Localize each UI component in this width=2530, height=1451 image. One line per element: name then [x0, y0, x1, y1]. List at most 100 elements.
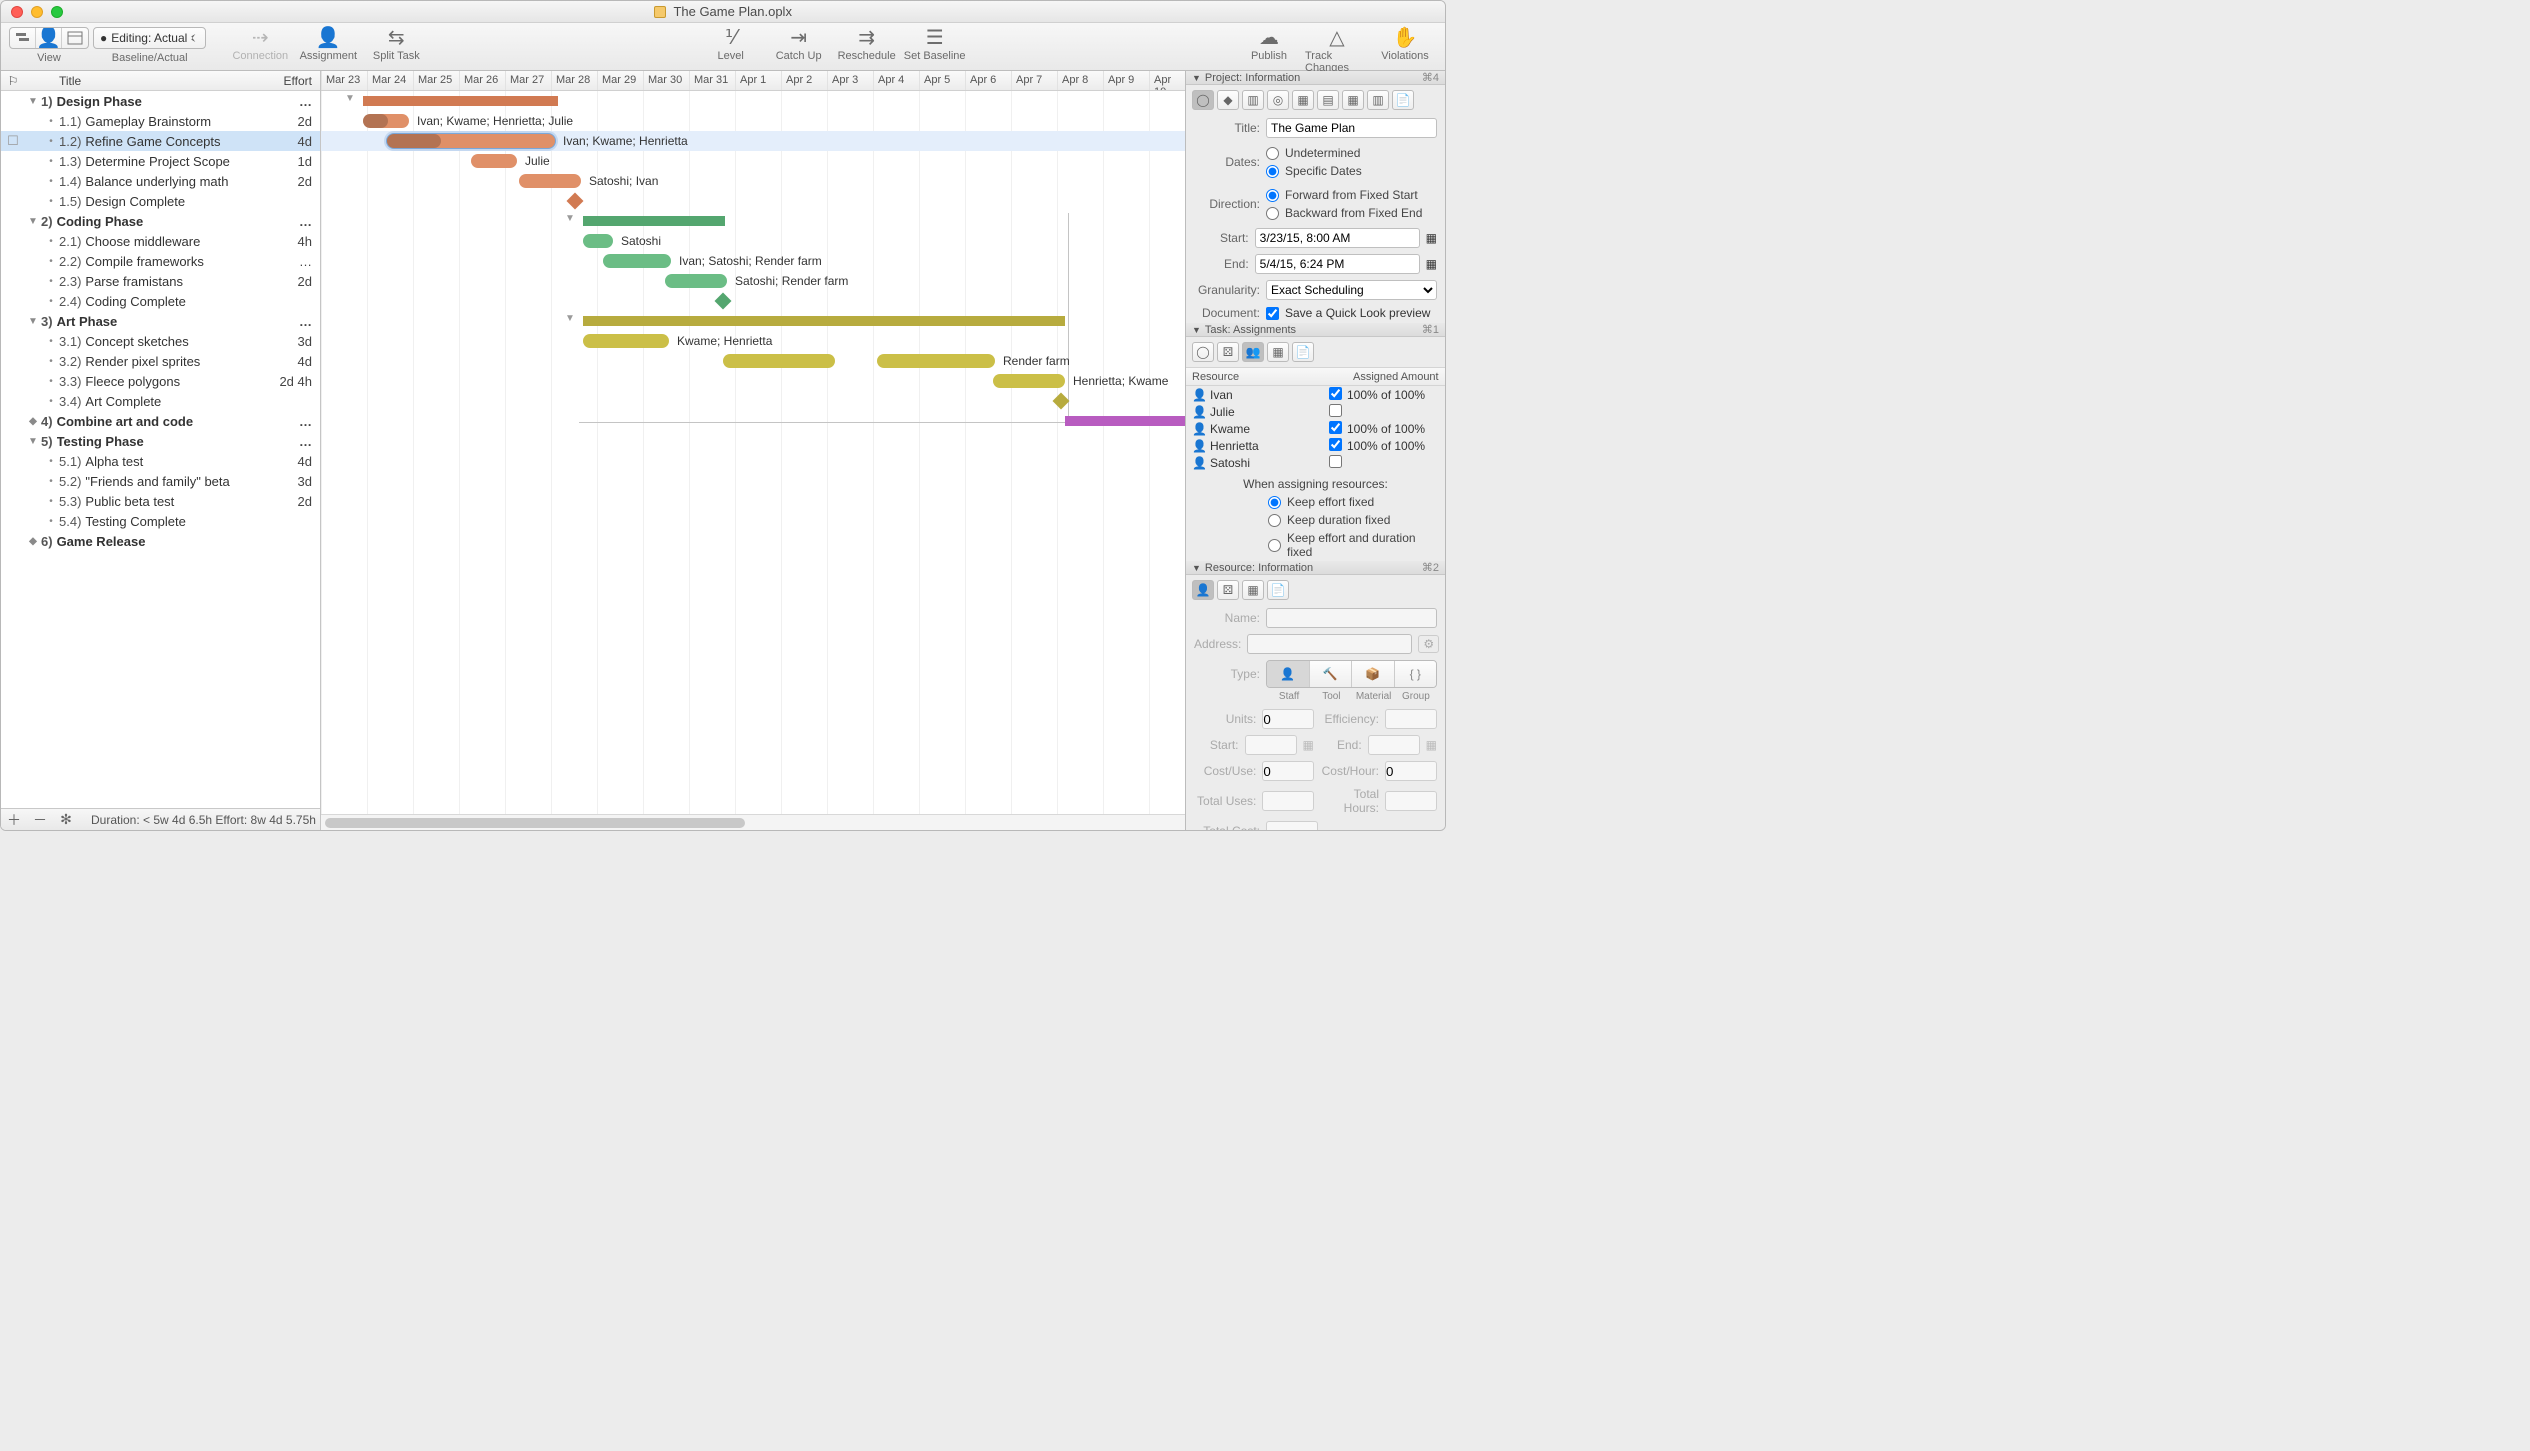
assignment-button[interactable]: 👤 Assignment: [296, 27, 360, 62]
assign-checkbox[interactable]: [1329, 438, 1342, 451]
outline-row[interactable]: ▼2)Coding Phase…: [1, 211, 320, 231]
catch-up-button[interactable]: ⇥ Catch Up: [767, 27, 831, 62]
res-start-input[interactable]: [1245, 735, 1297, 755]
gantt-task-bar[interactable]: [665, 274, 727, 288]
gantt-task-bar[interactable]: [519, 174, 581, 188]
assign-checkbox[interactable]: [1329, 387, 1342, 400]
gantt-summary-bar[interactable]: [583, 316, 1065, 326]
dates-specific-radio[interactable]: [1266, 165, 1279, 178]
task-tab-sched[interactable]: ⚄: [1217, 342, 1239, 362]
outline-row[interactable]: ◆6)Game Release: [1, 531, 320, 551]
gantt-summary-bar[interactable]: [363, 96, 558, 106]
resource-tab-note[interactable]: 📄: [1267, 580, 1289, 600]
assignment-row[interactable]: 👤Kwame100% of 100%: [1186, 420, 1445, 437]
project-tab-wbs[interactable]: ▥: [1242, 90, 1264, 110]
task-tab-note[interactable]: 📄: [1292, 342, 1314, 362]
outline-row[interactable]: ☐•1.2)Refine Game Concepts4d: [1, 131, 320, 151]
outline-row[interactable]: ◆4)Combine art and code…: [1, 411, 320, 431]
gantt-task-bar[interactable]: [387, 134, 555, 148]
assign-checkbox[interactable]: [1329, 421, 1342, 434]
assignment-row[interactable]: 👤Ivan100% of 100%: [1186, 386, 1445, 403]
gantt-summary-bar[interactable]: [1065, 416, 1185, 426]
task-tab-dep[interactable]: ▦: [1267, 342, 1289, 362]
level-button[interactable]: ⅟ Level: [699, 27, 763, 62]
project-tab-note[interactable]: 📄: [1392, 90, 1414, 110]
outline-row[interactable]: •2.2)Compile frameworks…: [1, 251, 320, 271]
outline-row[interactable]: •3.1)Concept sketches3d: [1, 331, 320, 351]
assignment-row[interactable]: 👤Satoshi: [1186, 454, 1445, 471]
granularity-select[interactable]: Exact Scheduling: [1266, 280, 1437, 300]
outline-row[interactable]: •3.2)Render pixel sprites4d: [1, 351, 320, 371]
gantt-task-bar[interactable]: [583, 234, 613, 248]
view-gantt-button[interactable]: [10, 28, 36, 48]
outline-row[interactable]: •2.4)Coding Complete: [1, 291, 320, 311]
scrollbar-thumb[interactable]: [325, 818, 745, 828]
gantt-task-bar[interactable]: [363, 114, 409, 128]
add-button[interactable]: ＋: [1, 810, 27, 830]
outline-body[interactable]: ▼1)Design Phase…•1.1)Gameplay Brainstorm…: [1, 91, 320, 808]
set-baseline-button[interactable]: ☰ Set Baseline: [903, 27, 967, 62]
keep-duration-radio[interactable]: [1268, 514, 1281, 527]
direction-forward-radio[interactable]: [1266, 189, 1279, 202]
type-group[interactable]: { }: [1395, 661, 1437, 687]
dates-undetermined-radio[interactable]: [1266, 147, 1279, 160]
gantt-task-bar[interactable]: [603, 254, 671, 268]
project-end-input[interactable]: [1255, 254, 1420, 274]
outline-row[interactable]: •5.3)Public beta test2d: [1, 491, 320, 511]
violations-button[interactable]: ✋ Violations: [1373, 27, 1437, 62]
outline-row[interactable]: •5.2)"Friends and family" beta3d: [1, 471, 320, 491]
units-input[interactable]: [1262, 709, 1314, 729]
project-start-input[interactable]: [1255, 228, 1420, 248]
outline-row[interactable]: •1.3)Determine Project Scope1d: [1, 151, 320, 171]
efficiency-input[interactable]: [1385, 709, 1437, 729]
keep-both-radio[interactable]: [1268, 539, 1281, 552]
action-menu-button[interactable]: ✻: [53, 811, 79, 828]
assign-checkbox[interactable]: [1329, 404, 1342, 417]
direction-backward-radio[interactable]: [1266, 207, 1279, 220]
inspector-project-header[interactable]: ▼ Project: Information ⌘4: [1186, 71, 1445, 85]
gantt-task-bar[interactable]: [723, 354, 835, 368]
gantt-summary-bar[interactable]: [583, 216, 725, 226]
outline-row[interactable]: •1.4)Balance underlying math2d: [1, 171, 320, 191]
totalcost-input[interactable]: [1266, 821, 1318, 830]
gantt-task-bar[interactable]: [877, 354, 995, 368]
reschedule-button[interactable]: ⇉ Reschedule: [835, 27, 899, 62]
assignment-row[interactable]: 👤Henrietta100% of 100%: [1186, 437, 1445, 454]
gantt-task-bar[interactable]: [583, 334, 669, 348]
project-title-input[interactable]: [1266, 118, 1437, 138]
view-calendar-button[interactable]: [62, 28, 88, 48]
remove-button[interactable]: －: [27, 810, 53, 830]
totalhours-input[interactable]: [1385, 791, 1437, 811]
resource-tab-sched[interactable]: ⚄: [1217, 580, 1239, 600]
inspector-task-header[interactable]: ▼ Task: Assignments ⌘1: [1186, 323, 1445, 337]
effort-column-header[interactable]: Effort: [270, 74, 320, 88]
gantt-task-bar[interactable]: [471, 154, 517, 168]
track-changes-button[interactable]: △ Track Changes: [1305, 27, 1369, 74]
outline-row[interactable]: •3.4)Art Complete: [1, 391, 320, 411]
flag-column-icon[interactable]: ⚐: [1, 74, 25, 88]
costhour-input[interactable]: [1385, 761, 1437, 781]
outline-row[interactable]: ▼1)Design Phase…: [1, 91, 320, 111]
task-tab-info[interactable]: ◯: [1192, 342, 1214, 362]
resource-type-segment[interactable]: 👤 🔨 📦 { }: [1266, 660, 1437, 688]
gantt-body[interactable]: ▼Ivan; Kwame; Henrietta; JulieIvan; Kwam…: [321, 91, 1185, 814]
outline-row[interactable]: ▼3)Art Phase…: [1, 311, 320, 331]
type-tool[interactable]: 🔨: [1310, 661, 1353, 687]
calendar-icon[interactable]: ▦: [1426, 231, 1437, 245]
resource-tab-info[interactable]: 👤: [1192, 580, 1214, 600]
gantt-task-bar[interactable]: [993, 374, 1065, 388]
project-tab-colors[interactable]: ◎: [1267, 90, 1289, 110]
project-tab-custom[interactable]: ▦: [1342, 90, 1364, 110]
project-tab-format[interactable]: ▦: [1292, 90, 1314, 110]
inspector-resource-header[interactable]: ▼ Resource: Information ⌘2: [1186, 561, 1445, 575]
totaluses-input[interactable]: [1262, 791, 1314, 811]
outline-row[interactable]: •2.3)Parse framistans2d: [1, 271, 320, 291]
resource-tab-custom[interactable]: ▦: [1242, 580, 1264, 600]
resource-name-input[interactable]: [1266, 608, 1437, 628]
outline-row[interactable]: •1.5)Design Complete: [1, 191, 320, 211]
view-resource-button[interactable]: 👤: [36, 28, 62, 48]
outline-row[interactable]: •5.1)Alpha test4d: [1, 451, 320, 471]
baseline-popup[interactable]: ●Editing: Actual: [93, 27, 206, 49]
assign-checkbox[interactable]: [1329, 455, 1342, 468]
type-material[interactable]: 📦: [1352, 661, 1395, 687]
